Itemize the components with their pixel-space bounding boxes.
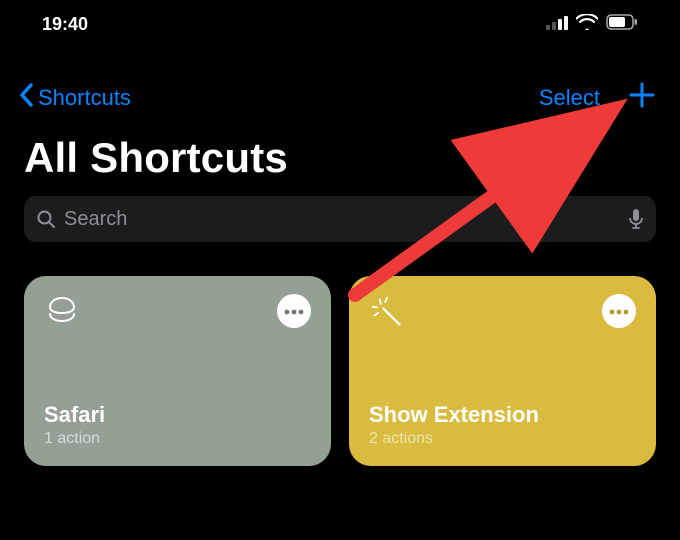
card-title: Safari <box>44 402 311 428</box>
select-button[interactable]: Select <box>539 85 600 111</box>
battery-icon <box>606 14 638 35</box>
add-button[interactable] <box>628 81 656 114</box>
page-title: All Shortcuts <box>0 122 680 196</box>
shortcut-card[interactable]: Show Extension 2 actions <box>349 276 656 466</box>
card-more-button[interactable] <box>602 294 636 328</box>
status-bar: 19:40 <box>0 0 680 43</box>
shortcut-card[interactable]: Safari 1 action <box>24 276 331 466</box>
shortcuts-grid: Safari 1 action <box>0 242 680 466</box>
ellipsis-icon <box>609 302 629 320</box>
layers-icon <box>44 294 80 330</box>
card-title: Show Extension <box>369 402 636 428</box>
card-more-button[interactable] <box>277 294 311 328</box>
plus-icon <box>628 81 656 114</box>
ellipsis-icon <box>284 302 304 320</box>
chevron-left-icon <box>18 82 36 114</box>
search-icon <box>36 209 56 229</box>
search-input[interactable] <box>64 208 620 231</box>
back-button[interactable]: Shortcuts <box>18 82 131 114</box>
cellular-icon <box>546 14 568 35</box>
wand-icon <box>369 294 405 330</box>
card-subtitle: 1 action <box>44 430 311 448</box>
wifi-icon <box>576 14 598 35</box>
back-label: Shortcuts <box>38 85 131 111</box>
status-time: 19:40 <box>42 14 88 35</box>
card-subtitle: 2 actions <box>369 430 636 448</box>
nav-bar: Shortcuts Select <box>0 43 680 122</box>
microphone-icon[interactable] <box>628 208 644 230</box>
search-bar[interactable] <box>24 196 656 242</box>
